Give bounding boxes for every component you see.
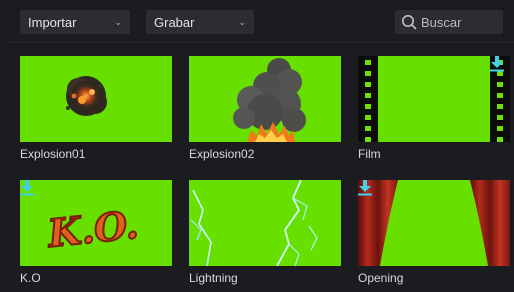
- record-dropdown[interactable]: Grabar ⌄: [146, 10, 254, 34]
- chevron-down-icon: ⌄: [238, 16, 246, 27]
- search-placeholder: Buscar: [421, 14, 462, 30]
- svg-text:K.O.: K.O.: [45, 202, 141, 256]
- effect-label: Lightning: [189, 271, 238, 285]
- import-dropdown[interactable]: Importar ⌄: [20, 10, 130, 34]
- explosion-small-thumbnail: [20, 56, 172, 142]
- effect-card-ko[interactable]: K.O. K.O: [20, 180, 172, 286]
- effect-label: Explosion02: [189, 147, 255, 161]
- toolbar: Importar ⌄ Grabar ⌄ Buscar: [6, 4, 514, 38]
- effect-card-film[interactable]: Film: [358, 56, 510, 162]
- smoke-fire-thumbnail: [189, 56, 341, 142]
- record-label: Grabar: [154, 14, 195, 30]
- effect-label: Film: [358, 147, 381, 161]
- film-strip-thumbnail: [358, 56, 510, 142]
- chevron-down-icon: ⌄: [114, 16, 122, 27]
- ko-text-thumbnail: K.O.: [20, 180, 172, 266]
- effect-card-explosion01[interactable]: Explosion01: [20, 56, 172, 162]
- lightning-thumbnail: [189, 180, 341, 266]
- divider: [6, 42, 514, 43]
- search-icon: [402, 15, 417, 30]
- effects-panel: Importar ⌄ Grabar ⌄ Buscar Explosion01 E…: [6, 4, 514, 288]
- effect-label: Opening: [358, 271, 404, 285]
- download-icon[interactable]: [20, 180, 34, 196]
- effect-label: Explosion01: [20, 147, 86, 161]
- download-icon[interactable]: [358, 180, 372, 196]
- effect-card-opening[interactable]: Opening: [358, 180, 510, 286]
- effect-card-lightning[interactable]: Lightning: [189, 180, 341, 286]
- curtain-thumbnail: [358, 180, 510, 266]
- effect-label: K.O: [20, 271, 41, 285]
- import-label: Importar: [28, 14, 77, 30]
- search-input[interactable]: Buscar: [395, 10, 503, 34]
- download-icon[interactable]: [490, 56, 504, 72]
- effect-card-explosion02[interactable]: Explosion02: [189, 56, 341, 162]
